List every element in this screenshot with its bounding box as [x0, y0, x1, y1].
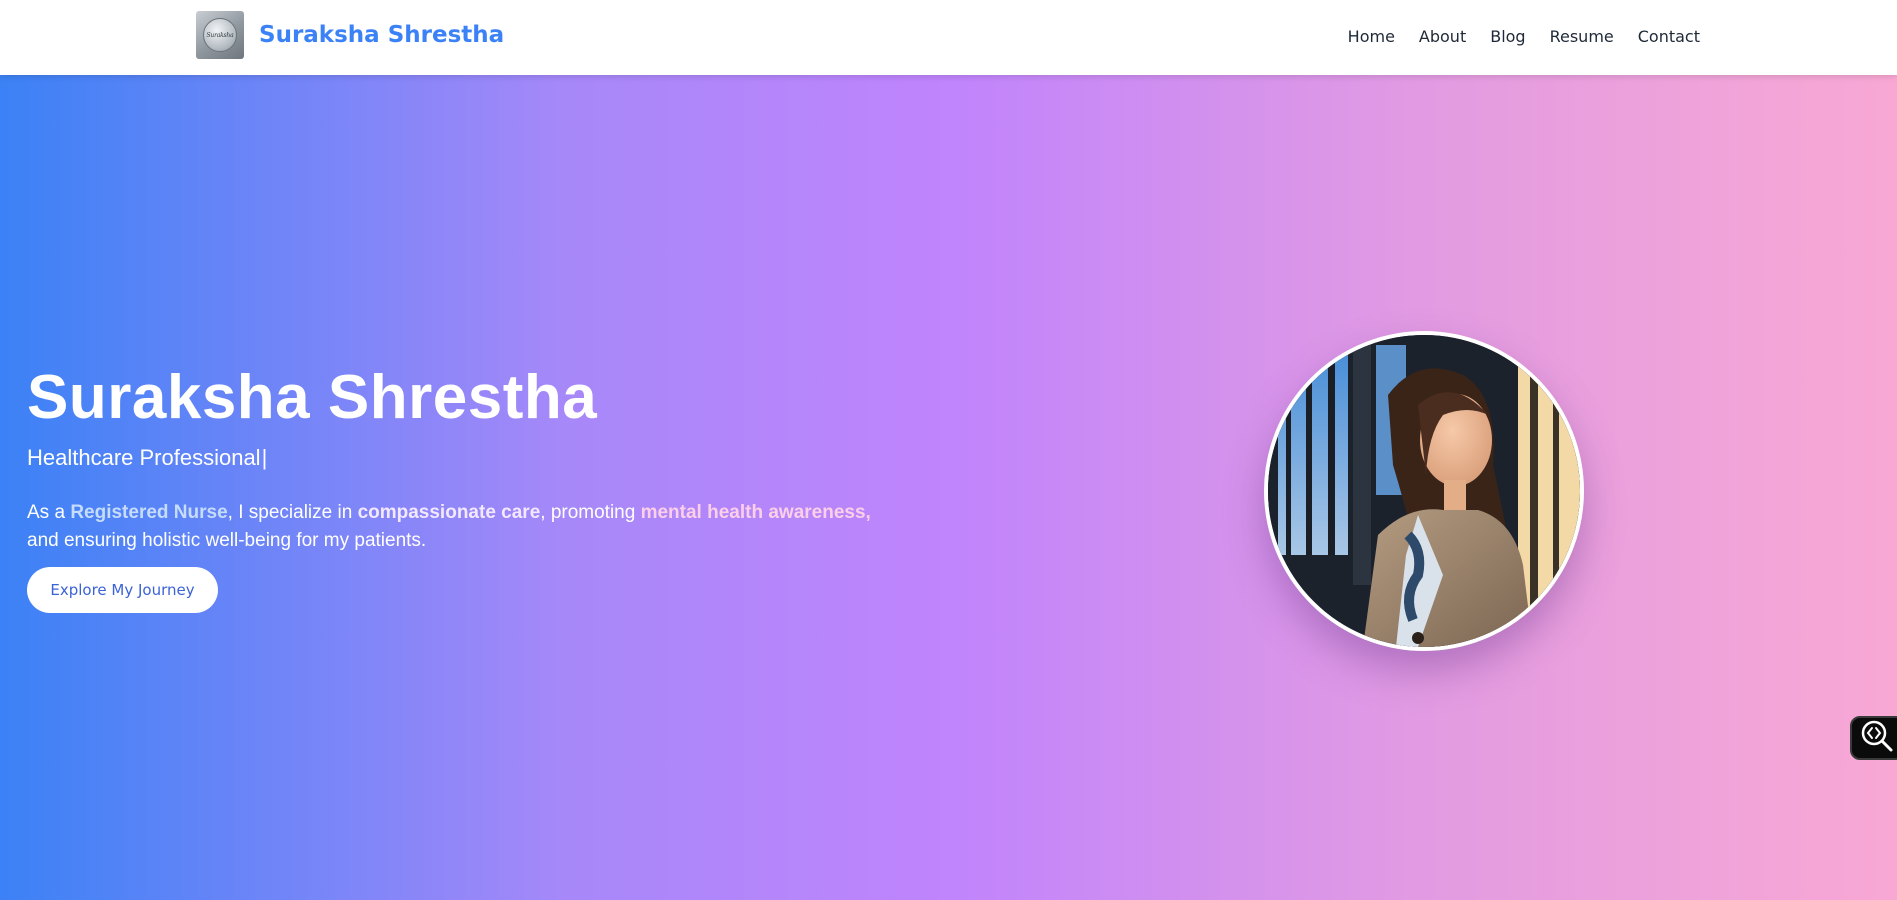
- hero-role: Healthcare Professional|: [27, 445, 957, 471]
- brand-name: Suraksha Shrestha: [259, 22, 505, 48]
- logo-text: Suraksha: [203, 18, 237, 52]
- profile-photo: [1264, 331, 1584, 651]
- nav-blog[interactable]: Blog: [1490, 27, 1525, 46]
- logo: Suraksha: [196, 11, 244, 59]
- navbar: Suraksha Suraksha Shrestha Home About Bl…: [0, 0, 1897, 75]
- highlight-compassionate-care: compassionate care: [357, 502, 541, 523]
- desc-text: , promoting: [540, 502, 641, 523]
- nav-resume[interactable]: Resume: [1550, 27, 1614, 46]
- typing-cursor: |: [261, 445, 268, 470]
- typed-role: Healthcare Professional: [27, 445, 261, 470]
- desc-text: and ensuring holistic well-being for my …: [27, 530, 427, 551]
- brand-link[interactable]: Suraksha Suraksha Shrestha: [196, 11, 504, 59]
- hero-title: Suraksha Shrestha: [27, 363, 598, 432]
- nav-contact[interactable]: Contact: [1638, 27, 1700, 46]
- desc-text: As a: [27, 502, 71, 523]
- highlight-mental-health: mental health awareness: [640, 502, 866, 523]
- hero-text: Suraksha Shrestha Healthcare Professiona…: [27, 367, 957, 613]
- nav-links: Home About Blog Resume Contact: [1348, 0, 1700, 72]
- hero-description: As a Registered Nurse, I specialize in c…: [27, 499, 957, 555]
- code-search-widget[interactable]: [1850, 716, 1897, 760]
- nav-about[interactable]: About: [1419, 27, 1466, 46]
- profile-photo-illustration: [1268, 335, 1580, 647]
- nav-home[interactable]: Home: [1348, 27, 1395, 46]
- highlight-registered-nurse: Registered Nurse: [70, 502, 228, 523]
- desc-text: , I specialize in: [227, 502, 358, 523]
- hero-section: Suraksha Shrestha Healthcare Professiona…: [0, 75, 1897, 900]
- code-search-icon: [1860, 719, 1894, 758]
- desc-text: ,: [865, 502, 871, 523]
- explore-journey-button[interactable]: Explore My Journey: [27, 567, 218, 613]
